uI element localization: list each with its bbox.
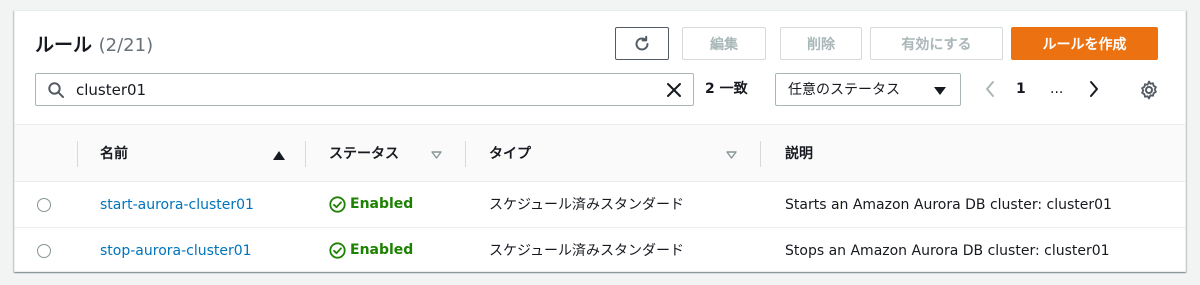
chevron-right-icon[interactable] <box>1083 79 1103 99</box>
rule-count: (2/21) <box>98 35 154 56</box>
table-row[interactable]: start-aurora-cluster01 Enabled スケジュール済みス… <box>15 182 1185 228</box>
column-divider <box>760 141 761 167</box>
search-value[interactable]: cluster01 <box>76 81 146 99</box>
match-count: 2 一致 <box>705 81 748 97</box>
current-page[interactable]: 1 <box>1016 80 1026 98</box>
status-badge: Enabled <box>329 195 413 213</box>
rule-type: スケジュール済みスタンダード <box>489 197 685 213</box>
check-circle-icon <box>329 195 346 213</box>
rule-type: スケジュール済みスタンダード <box>489 243 685 259</box>
caret-down-icon <box>934 87 946 95</box>
column-header-name[interactable]: 名前 <box>100 125 128 183</box>
column-header-description: 説明 <box>785 146 813 162</box>
rule-description: Starts an Amazon Aurora DB cluster: clus… <box>785 197 1112 213</box>
rule-name-link[interactable]: stop-aurora-cluster01 <box>100 242 252 260</box>
edit-button[interactable]: 編集 <box>682 27 766 60</box>
table-header: 名前 ステータス タイプ 説明 <box>15 124 1185 182</box>
refresh-button[interactable] <box>615 27 669 60</box>
status-filter-value: 任意のステータス <box>788 82 900 98</box>
panel-header: ルール (2/21) 編集 削除 有効にする ルールを作成 cluster01 … <box>15 11 1185 123</box>
check-circle-icon <box>329 241 346 259</box>
sort-icon[interactable] <box>726 151 737 159</box>
rule-name-link[interactable]: start-aurora-cluster01 <box>100 196 254 214</box>
page-title: ルール (2/21) <box>35 33 153 58</box>
rule-description: Stops an Amazon Aurora DB cluster: clust… <box>785 243 1110 259</box>
column-divider <box>305 141 306 167</box>
chevron-left-icon[interactable] <box>981 79 1001 99</box>
sort-icon[interactable] <box>431 151 442 159</box>
search-icon <box>48 82 64 98</box>
clear-icon[interactable] <box>665 81 683 99</box>
status-filter-select[interactable]: 任意のステータス <box>775 73 961 106</box>
table-row[interactable]: stop-aurora-cluster01 Enabled スケジュール済みスタ… <box>15 228 1185 274</box>
column-header-type[interactable]: タイプ <box>489 125 531 183</box>
column-divider <box>77 141 78 167</box>
row-select-radio[interactable] <box>37 198 51 212</box>
status-badge: Enabled <box>329 241 413 259</box>
search-input[interactable]: cluster01 <box>35 73 694 106</box>
title-text: ルール <box>35 34 93 56</box>
refresh-icon <box>635 35 649 50</box>
create-rule-button[interactable]: ルールを作成 <box>1011 27 1158 60</box>
row-select-radio[interactable] <box>37 244 51 258</box>
gear-icon[interactable] <box>1138 79 1160 101</box>
delete-button[interactable]: 削除 <box>780 27 862 60</box>
column-divider <box>465 141 466 167</box>
status-text: Enabled <box>350 242 414 258</box>
rules-panel: ルール (2/21) 編集 削除 有効にする ルールを作成 cluster01 … <box>14 10 1186 272</box>
sort-ascending-icon[interactable] <box>273 151 285 160</box>
enable-button[interactable]: 有効にする <box>870 27 1003 60</box>
pagination-ellipsis: ... <box>1050 81 1064 97</box>
column-header-status[interactable]: ステータス <box>329 125 399 183</box>
status-text: Enabled <box>350 196 414 212</box>
